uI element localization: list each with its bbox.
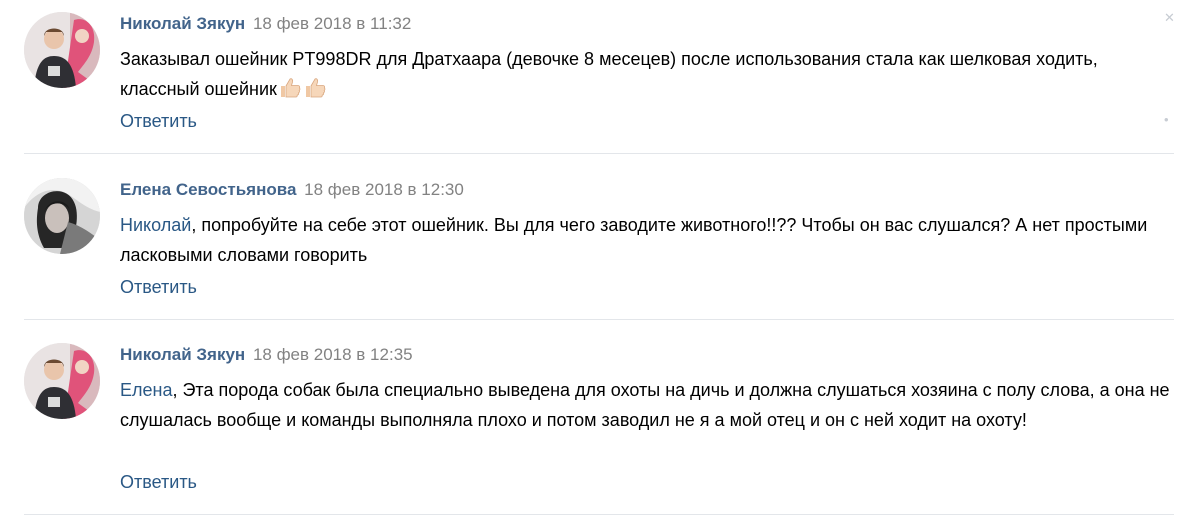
avatar[interactable] (24, 12, 100, 88)
avatar[interactable] (24, 343, 100, 419)
delete-icon[interactable]: ✕ (1164, 11, 1175, 24)
comment-text: Николай, попробуйте на себе этот ошейник… (120, 210, 1174, 270)
author-name[interactable]: Елена Севостьянова (120, 180, 296, 199)
avatar[interactable] (24, 178, 100, 254)
comment-meta: Николай Зякун 18 фев 2018 в 12:35 (120, 343, 1174, 367)
like-icon[interactable]: • (1164, 113, 1174, 126)
comment-text-body: , Эта порода собак была специально вывед… (120, 380, 1170, 430)
comment-text: Заказывал ошейник PT998DR для Дратхаара … (120, 44, 1174, 104)
comment-date[interactable]: 18 фев 2018 в 12:35 (253, 345, 413, 364)
comment-date[interactable]: 18 фев 2018 в 12:30 (304, 180, 464, 199)
comment-meta: Николай Зякун 18 фев 2018 в 11:32 (120, 12, 1174, 36)
comment-meta: Елена Севостьянова 18 фев 2018 в 12:30 (120, 178, 1174, 202)
comment-text-body: Заказывал ошейник PT998DR для Дратхаара … (120, 49, 1098, 99)
mention-link[interactable]: Николай (120, 215, 191, 235)
author-name[interactable]: Николай Зякун (120, 14, 245, 33)
thumbs-up-icon (280, 78, 301, 98)
comment-body: Николай Зякун 18 фев 2018 в 11:32 Заказы… (120, 12, 1174, 131)
comment-item: Николай Зякун 18 фев 2018 в 12:35 Елена,… (24, 343, 1174, 503)
divider (24, 319, 1174, 320)
reply-button[interactable]: Ответить (120, 276, 197, 298)
divider (24, 153, 1174, 154)
reply-button[interactable]: Ответить (120, 110, 197, 132)
thumbs-up-icon (305, 78, 326, 98)
comment-item: Николай Зякун 18 фев 2018 в 11:32 Заказы… (24, 11, 1175, 142)
comment-item: Елена Севостьянова 18 фев 2018 в 12:30 Н… (24, 178, 1174, 308)
comment-body: Елена Севостьянова 18 фев 2018 в 12:30 Н… (120, 178, 1174, 297)
comment-text: Елена, Эта порода собак была специально … (120, 375, 1174, 435)
author-name[interactable]: Николай Зякун (120, 345, 245, 364)
mention-link[interactable]: Елена (120, 380, 172, 400)
reply-button[interactable]: Ответить (120, 471, 197, 493)
divider (24, 514, 1174, 515)
comment-body: Николай Зякун 18 фев 2018 в 12:35 Елена,… (120, 343, 1174, 492)
comment-text-body: , попробуйте на себе этот ошейник. Вы дл… (120, 215, 1148, 265)
comment-date[interactable]: 18 фев 2018 в 11:32 (253, 14, 411, 33)
